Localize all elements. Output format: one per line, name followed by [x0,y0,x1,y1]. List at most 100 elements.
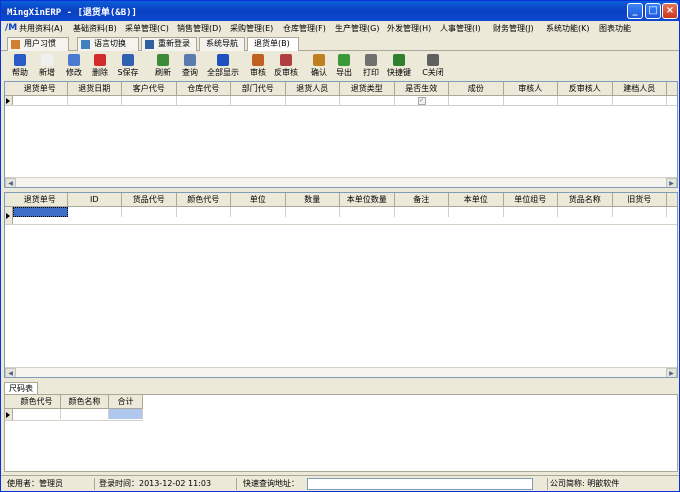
quick-query-input[interactable] [307,478,533,490]
table-row[interactable] [5,207,677,225]
master-cell[interactable]: ✓ [395,96,449,106]
toolbar-button-9[interactable]: 反审核 [273,54,299,79]
size-cell[interactable] [13,409,61,419]
master-cell[interactable] [177,96,231,106]
master-cell[interactable] [504,96,558,106]
menu-chart-functions[interactable]: 图表功能 [599,23,631,34]
detail-cell[interactable] [613,207,667,217]
size-grid[interactable]: 颜色代号 颜色名称 合计 [4,394,678,472]
master-header-cell[interactable]: 成份 [449,82,504,96]
detail-header-cell[interactable]: 本单位数量 [340,193,395,207]
size-cell[interactable] [109,409,143,419]
toolbar-button-5[interactable]: 刷新 [150,54,176,79]
detail-cell[interactable] [558,207,613,217]
detail-header-cell[interactable]: 退货单号 [13,193,68,207]
toolbar-button-4[interactable]: S保存 [115,54,141,79]
detail-cell[interactable] [286,207,340,217]
scroll-right-icon[interactable]: ▶ [666,368,677,377]
master-cell[interactable] [613,96,667,106]
scroll-left-icon[interactable]: ◀ [5,178,16,187]
master-cell[interactable] [340,96,395,106]
size-header-cell[interactable]: 合计 [109,395,143,409]
master-header-cell[interactable]: 审核人 [504,82,558,96]
toolbar-button-12[interactable]: 打印 [358,54,384,79]
close-window-button[interactable]: × [662,3,678,19]
detail-cell[interactable] [504,207,558,217]
master-header-cell[interactable]: 仓库代号 [177,82,231,96]
detail-cell[interactable] [13,207,68,217]
toolbar-button-14[interactable]: C关闭 [420,54,446,79]
master-header-cell[interactable]: 部门代号 [231,82,286,96]
master-cell[interactable] [286,96,340,106]
detail-cell[interactable] [340,207,395,217]
detail-header-cell[interactable]: 单位组号 [504,193,558,207]
toolbar-button-13[interactable]: 快捷键 [386,54,412,79]
master-header-cell[interactable]: 是否生效 [395,82,449,96]
tab-user-preferences[interactable]: 用户习惯 [7,37,69,51]
tab-return-order[interactable]: 退货单(B) [247,37,299,51]
menu-purchase-management[interactable]: 采购管理(E) [230,23,273,34]
menu-system-functions[interactable]: 系统功能(K) [546,23,590,34]
toolbar-button-2[interactable]: 修改 [61,54,87,79]
menu-hr-management[interactable]: 人事管理(I) [440,23,481,34]
master-header-cell[interactable]: 退货人员 [286,82,340,96]
detail-header-cell[interactable]: 货品名称 [558,193,613,207]
detail-cell[interactable] [395,207,449,217]
detail-cell[interactable] [449,207,504,217]
master-grid[interactable]: 退货单号 退货日期 客户代号 仓库代号 部门代号 退货人员 退货类型 是否生效 成份 审核人 反审核… [4,81,678,188]
size-cell[interactable] [61,409,109,419]
scroll-left-icon[interactable]: ◀ [5,368,16,377]
tab-size-table[interactable]: 尺码表 [4,382,38,394]
toolbar-button-1[interactable]: 新增 [34,54,60,79]
detail-cell[interactable] [177,207,231,217]
maximize-button[interactable]: □ [645,3,661,19]
menu-outsource-management[interactable]: 外发管理(H) [387,23,431,34]
detail-header-cell[interactable]: 单位 [231,193,286,207]
table-row[interactable]: ✓ [5,96,677,106]
scroll-right-icon[interactable]: ▶ [666,178,677,187]
tab-system-navigation[interactable]: 系统导航 [199,37,245,51]
master-header-cell[interactable]: 客户代号 [122,82,177,96]
toolbar-button-7[interactable]: 全部显示 [204,54,242,79]
menu-order-management[interactable]: 采单管理(C) [125,23,169,34]
detail-cell[interactable] [231,207,286,217]
toolbar-button-3[interactable]: 删除 [87,54,113,79]
tab-language-switch[interactable]: 语言切换 [77,37,139,51]
detail-header-cell[interactable]: 本单位 [449,193,504,207]
is-effective-checkbox[interactable]: ✓ [417,97,426,105]
menu-sales-management[interactable]: 销售管理(D) [177,23,221,34]
toolbar-button-0[interactable]: 帮助 [7,54,33,79]
detail-header-cell[interactable]: ID [68,193,122,207]
detail-cell[interactable] [68,207,122,217]
toolbar-button-11[interactable]: 导出 [331,54,357,79]
master-cell[interactable] [449,96,504,106]
table-row[interactable] [5,409,143,421]
detail-header-cell[interactable]: 数量 [286,193,340,207]
menu-basic-data[interactable]: 基础资料(B) [73,23,117,34]
size-header-cell[interactable]: 颜色名称 [61,395,109,409]
toolbar-button-10[interactable]: 确认 [306,54,332,79]
detail-hscrollbar[interactable]: ◀ ▶ [5,367,677,377]
size-header-cell[interactable]: 颜色代号 [13,395,61,409]
master-cell[interactable] [231,96,286,106]
menu-production-management[interactable]: 生产管理(G) [335,23,379,34]
toolbar-button-8[interactable]: 审核 [245,54,271,79]
master-cell[interactable] [13,96,68,106]
menu-finance-management[interactable]: 财务管理(J) [493,23,534,34]
master-cell[interactable] [558,96,613,106]
master-header-cell[interactable]: 建档人员 [613,82,667,96]
master-header-cell[interactable]: 退货单号 [13,82,68,96]
detail-header-cell[interactable]: 货品代号 [122,193,177,207]
detail-header-cell[interactable]: 备注 [395,193,449,207]
menu-shared-data[interactable]: 共用资料(A) [19,23,63,34]
detail-cell[interactable] [122,207,177,217]
minimize-button[interactable]: _ [627,3,643,19]
master-hscrollbar[interactable]: ◀ ▶ [5,177,677,187]
master-header-cell[interactable]: 退货类型 [340,82,395,96]
master-cell[interactable] [68,96,122,106]
detail-header-cell[interactable]: 颜色代号 [177,193,231,207]
master-header-cell[interactable]: 退货日期 [68,82,122,96]
menu-warehouse-management[interactable]: 仓库管理(F) [283,23,326,34]
detail-grid[interactable]: 退货单号 ID 货品代号 颜色代号 单位 数量 本单位数量 备注 本单位 单位组号 货品名称 旧货号 … [4,192,678,378]
master-cell[interactable] [122,96,177,106]
